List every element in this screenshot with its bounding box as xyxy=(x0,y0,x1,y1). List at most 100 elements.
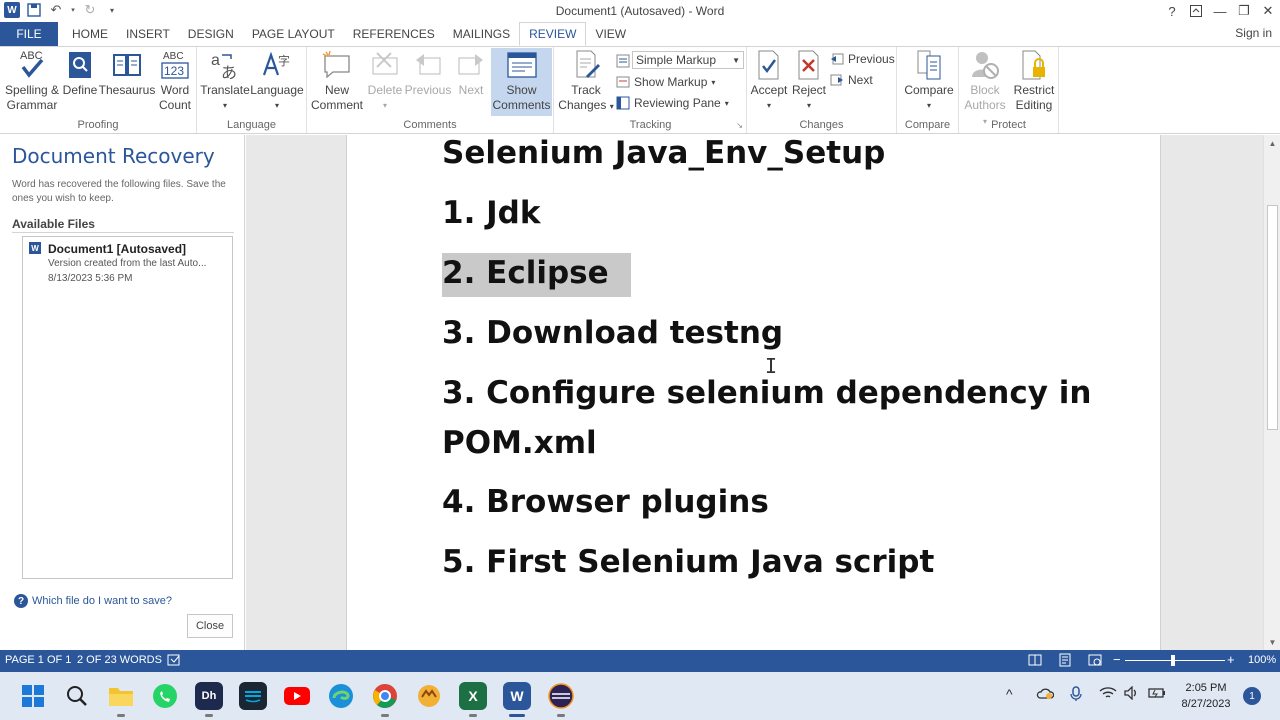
comments-label: Comments xyxy=(492,98,551,112)
edge-browser-icon[interactable] xyxy=(327,682,355,710)
changes-group-label: Changes xyxy=(799,119,844,131)
close-window-icon[interactable]: ✕ xyxy=(1256,0,1280,22)
minimize-icon[interactable]: — xyxy=(1208,0,1232,22)
battery-icon[interactable] xyxy=(1148,686,1166,703)
onedrive-weather-icon[interactable] xyxy=(1036,686,1055,703)
eclipse-icon[interactable] xyxy=(547,682,575,710)
help-link[interactable]: ? Which file do I want to save? xyxy=(14,594,172,608)
tab-mailings[interactable]: MAILINGS xyxy=(444,22,519,46)
translate-button[interactable]: aあ Translate ▾ xyxy=(200,49,250,113)
youtube-icon[interactable] xyxy=(283,682,311,710)
define-button[interactable]: Define xyxy=(62,49,98,98)
clock-date: 8/27/2023 xyxy=(1181,698,1231,710)
scroll-down-icon[interactable]: ▼ xyxy=(1264,634,1280,650)
zoom-out-button[interactable]: − xyxy=(1113,652,1121,667)
system-clock[interactable]: 2:05 PM 8/27/2023 xyxy=(1180,680,1232,712)
vertical-scrollbar[interactable]: ▲ ▼ xyxy=(1263,135,1280,650)
delete-comment-button[interactable]: Delete ▾ xyxy=(366,49,404,113)
language-icon: 字 xyxy=(261,49,293,81)
compare-icon xyxy=(913,49,945,81)
define-icon xyxy=(64,49,96,81)
track-changes-dropdown-icon[interactable]: ▾ xyxy=(610,102,614,111)
previous-change-button[interactable]: Previous xyxy=(830,49,895,69)
show-hidden-icons-icon[interactable]: ^ xyxy=(1006,686,1013,702)
previous-comment-button[interactable]: Previous xyxy=(404,49,452,98)
markup-display-select[interactable]: Simple Markup ▼ xyxy=(632,51,744,69)
hands-app-icon[interactable] xyxy=(415,682,443,710)
divider xyxy=(12,232,234,233)
tab-design[interactable]: DESIGN xyxy=(179,22,243,46)
language-dropdown-icon[interactable]: ▾ xyxy=(275,98,279,113)
block-authors-button[interactable]: Block Authors ▾ xyxy=(961,49,1009,129)
file-explorer-icon[interactable] xyxy=(107,682,135,710)
chrome-browser-icon[interactable] xyxy=(371,682,399,710)
abc-count-label: ABC xyxy=(163,51,184,62)
proofing-status-icon[interactable] xyxy=(167,653,181,670)
protect-group-label: Protect xyxy=(991,119,1026,131)
tab-view[interactable]: VIEW xyxy=(586,22,635,46)
word-count-button[interactable]: ABC 123 Word Count xyxy=(156,49,194,113)
restrict-editing-button[interactable]: Restrict Editing xyxy=(1011,49,1057,113)
zoom-slider-handle[interactable] xyxy=(1171,655,1175,666)
whatsapp-icon[interactable] xyxy=(151,682,179,710)
excel-icon[interactable]: X xyxy=(459,682,487,710)
track-changes-button[interactable]: Track Changes ▾ xyxy=(557,49,615,114)
new-comment-icon xyxy=(321,49,353,81)
doc-line-7: 5. First Selenium Java script xyxy=(442,544,935,580)
dh-app-icon[interactable]: Dh xyxy=(195,682,223,710)
help-icon[interactable]: ? xyxy=(1160,0,1184,22)
zoom-in-button[interactable]: + xyxy=(1227,652,1235,667)
word-taskbar-icon[interactable]: W xyxy=(503,682,531,710)
volume-icon[interactable] xyxy=(1124,685,1140,703)
tab-insert[interactable]: INSERT xyxy=(117,22,179,46)
prime-video-icon[interactable] xyxy=(239,682,267,710)
close-button[interactable]: Close xyxy=(187,614,233,638)
spelling-grammar-button[interactable]: ABC Spelling & Grammar xyxy=(4,49,60,113)
tab-home[interactable]: HOME xyxy=(63,22,117,46)
doc-line-5: POM.xml xyxy=(442,425,597,461)
tab-references[interactable]: REFERENCES xyxy=(344,22,444,46)
windows-start-icon[interactable] xyxy=(19,682,47,710)
reviewing-pane-button[interactable]: Reviewing Pane ▾ xyxy=(616,93,729,113)
ribbon-tabs: FILE HOME INSERT DESIGN PAGE LAYOUT REFE… xyxy=(0,22,1280,46)
word-count-indicator[interactable]: 2 OF 23 WORDS xyxy=(77,654,162,666)
doc-line-4: 3. Configure selenium dependency in xyxy=(442,375,1092,411)
show-comments-button[interactable]: Show Comments xyxy=(491,48,552,116)
show-label: Show xyxy=(506,83,537,97)
scroll-up-icon[interactable]: ▲ xyxy=(1264,135,1280,151)
search-icon[interactable] xyxy=(63,682,91,710)
restrict-label: Restrict xyxy=(1013,83,1055,97)
read-mode-icon[interactable] xyxy=(1028,653,1042,670)
notification-badge[interactable]: 1 xyxy=(1243,687,1261,705)
reject-dropdown-icon[interactable]: ▾ xyxy=(807,98,811,113)
compare-button[interactable]: Compare ▾ xyxy=(901,49,957,113)
wifi-icon[interactable] xyxy=(1099,686,1117,703)
restore-icon[interactable]: ❐ xyxy=(1232,0,1256,22)
compare-dropdown-icon[interactable]: ▾ xyxy=(927,98,931,113)
next-comment-button[interactable]: Next xyxy=(453,49,489,98)
language-button[interactable]: 字 Language ▾ xyxy=(250,49,304,113)
microphone-icon[interactable] xyxy=(1070,686,1082,705)
ribbon-display-options-icon[interactable] xyxy=(1184,0,1208,22)
zoom-slider-track[interactable] xyxy=(1125,660,1225,661)
web-layout-icon[interactable] xyxy=(1088,653,1102,670)
next-change-button[interactable]: Next xyxy=(830,70,873,90)
new-comment-button[interactable]: New Comment xyxy=(309,49,365,113)
scroll-thumb[interactable] xyxy=(1267,205,1278,430)
tab-review[interactable]: REVIEW xyxy=(519,22,587,46)
accept-dropdown-icon[interactable]: ▾ xyxy=(767,98,771,113)
translate-dropdown-icon[interactable]: ▾ xyxy=(223,98,227,113)
delete-dropdown-icon[interactable]: ▾ xyxy=(383,98,387,113)
accept-button[interactable]: Accept ▾ xyxy=(749,49,789,113)
thesaurus-button[interactable]: Thesaurus xyxy=(99,49,155,98)
print-layout-icon[interactable] xyxy=(1058,653,1072,670)
sign-in-link[interactable]: Sign in xyxy=(1235,26,1272,40)
show-markup-button[interactable]: Show Markup ▾ xyxy=(616,72,715,92)
zoom-level[interactable]: 100% xyxy=(1248,654,1276,666)
tab-page-layout[interactable]: PAGE LAYOUT xyxy=(243,22,344,46)
tab-file[interactable]: FILE xyxy=(0,22,58,46)
running-indicator xyxy=(381,714,389,717)
document-page[interactable]: Selenium Java_Env_Setup 1. Jdk 2. Eclips… xyxy=(346,135,1161,650)
page-indicator[interactable]: PAGE 1 OF 1 xyxy=(5,654,71,666)
reject-button[interactable]: Reject ▾ xyxy=(789,49,829,113)
